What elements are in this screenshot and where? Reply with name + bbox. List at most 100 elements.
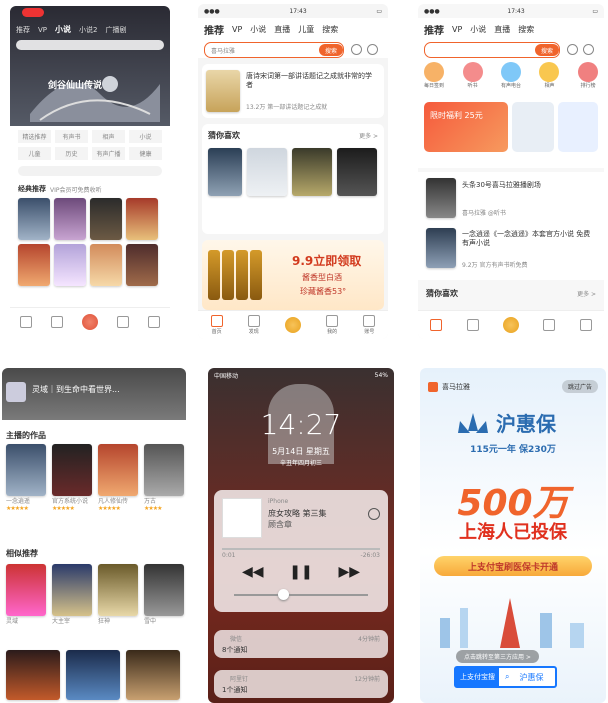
list-item[interactable]: 唐诗宋词第一部讲话题记之成就非常的学者 13.2万 第一部讲话题记之成就 [202, 64, 384, 118]
play-center-icon[interactable] [284, 317, 301, 333]
book-card[interactable]: 大主宰 [52, 564, 92, 625]
volume-slider[interactable] [234, 594, 368, 596]
book-cover[interactable] [426, 228, 456, 268]
book-cover[interactable] [66, 650, 120, 700]
list-item-title[interactable]: 头条30号喜马拉雅播剧场 [462, 180, 541, 190]
book-cover[interactable] [6, 650, 60, 700]
book-cover[interactable] [208, 148, 242, 196]
chip[interactable]: 相声 [92, 130, 125, 143]
forward-icon[interactable]: ▶▶ [338, 564, 360, 580]
shortcut-radio[interactable]: 有声电台 [500, 62, 521, 89]
shortcut-listen[interactable]: 听书 [462, 62, 483, 89]
chip[interactable]: 儿童 [18, 147, 51, 160]
tab-vip[interactable]: VP [232, 25, 242, 34]
chip[interactable]: 小说 [129, 130, 162, 143]
book-cover[interactable] [292, 148, 332, 196]
book-cover[interactable] [90, 198, 122, 240]
tab-recommend[interactable]: 推荐 [204, 22, 224, 37]
progress-bar[interactable] [222, 548, 380, 550]
tab-search[interactable]: 搜索 [518, 24, 534, 35]
book-cover[interactable] [426, 178, 456, 218]
notification-wechat[interactable]: 微信 4分钟前 8个通知 [214, 630, 388, 658]
chip[interactable]: 精选推荐 [18, 130, 51, 143]
book-card[interactable]: 一念逍遥 ★★★★★ [6, 444, 46, 512]
search-button[interactable]: 搜索 [534, 44, 559, 56]
tab-drama[interactable]: 广播剧 [105, 25, 126, 35]
book-cover[interactable] [126, 650, 180, 700]
friends-icon[interactable] [117, 315, 130, 328]
settings-icon[interactable] [583, 44, 594, 55]
pause-icon[interactable]: ❚❚ [289, 564, 312, 580]
home-icon[interactable] [430, 318, 443, 331]
mini-banner[interactable] [512, 102, 554, 152]
jump-hint[interactable]: 点击跳转至第三方应用 > [456, 650, 539, 663]
tab-novel[interactable]: 小说 [470, 24, 486, 35]
book-card[interactable]: 雪中 [144, 564, 184, 625]
tab-novel[interactable]: 小说 [250, 24, 266, 35]
play-center-icon[interactable] [81, 314, 98, 330]
tab-home[interactable]: 首页 [210, 315, 223, 335]
chip[interactable]: 历史 [55, 147, 88, 160]
book-cover[interactable] [54, 244, 86, 286]
tab-novel[interactable]: 小说 [55, 24, 71, 35]
history-icon[interactable] [567, 44, 578, 55]
shortcut-crosstalk[interactable]: 相声 [539, 62, 560, 89]
chip[interactable]: 有声书 [55, 130, 88, 143]
tab-mine[interactable]: 我的 [326, 315, 339, 335]
book-cover[interactable] [337, 148, 377, 196]
search-input[interactable]: 喜马拉雅 搜索 [204, 42, 344, 58]
hero-banner[interactable]: 推荐 VP 小说 小说2 广播剧 剑谷仙山传说 [10, 6, 170, 126]
play-center-icon[interactable] [502, 317, 519, 333]
alipay-search-box[interactable]: 上支付宝搜 ⌕ 沪惠保 [454, 666, 558, 688]
skip-ad-button[interactable]: 跳过广告 [561, 380, 598, 393]
search-input[interactable]: 搜索 [424, 42, 560, 58]
welfare-banner[interactable]: 限时福利 25元 [424, 102, 508, 152]
tab-recommend[interactable]: 推荐 [16, 25, 30, 35]
book-card[interactable]: 万古 ★★★★ [144, 444, 184, 512]
book-cover[interactable] [247, 148, 287, 196]
home-icon[interactable] [19, 315, 32, 328]
tab-live[interactable]: 直播 [274, 24, 290, 35]
discover-icon[interactable] [50, 315, 63, 328]
history-icon[interactable] [351, 44, 362, 55]
discover-icon[interactable] [466, 318, 479, 331]
profile-icon[interactable] [543, 318, 556, 331]
tab-vip[interactable]: VP [452, 25, 462, 34]
book-card[interactable]: 凡人修仙传 ★★★★★ [98, 444, 138, 512]
more-link[interactable]: 更多 > [577, 289, 596, 298]
tab-account[interactable]: 账号 [363, 315, 376, 335]
book-cover[interactable] [126, 198, 158, 240]
rewind-icon[interactable]: ◀◀ [242, 564, 264, 580]
mini-banner[interactable] [558, 102, 598, 152]
book-card[interactable]: 官方系统小说 ★★★★★ [52, 444, 92, 512]
book-cover[interactable] [18, 244, 50, 286]
tab-recommend[interactable]: 推荐 [424, 22, 444, 37]
account-icon[interactable] [148, 315, 161, 328]
tab-kids[interactable]: 儿童 [298, 24, 314, 35]
tab-live[interactable]: 直播 [494, 24, 510, 35]
promo-ad[interactable]: 9.9立即领取 酱香型白酒 珍藏酱香53° [202, 240, 384, 310]
more-link[interactable]: 更多 > [359, 131, 378, 140]
tab-search[interactable]: 搜索 [322, 24, 338, 35]
search-input[interactable] [16, 40, 164, 50]
notice-bar[interactable] [18, 166, 162, 176]
book-cover[interactable] [54, 198, 86, 240]
notification-dingtalk[interactable]: 阿里钉 12分钟前 1个通知 [214, 670, 388, 698]
cta-banner[interactable]: 上支付宝刷医保卡开通 [434, 556, 592, 576]
search-button[interactable]: 搜索 [318, 44, 343, 56]
book-cover[interactable] [18, 198, 50, 240]
shortcut-checkin[interactable]: 每日签到 [424, 62, 444, 89]
book-card[interactable]: 灵域 [6, 564, 46, 625]
list-item-title[interactable]: 一念逍遥《一念逍遥》本套官方小说 免费有声小说 [462, 230, 594, 248]
avatar[interactable] [6, 382, 26, 402]
book-cover[interactable] [90, 244, 122, 286]
book-cover[interactable] [126, 244, 158, 286]
volume-knob[interactable] [278, 589, 289, 600]
tab-discover[interactable]: 发现 [247, 315, 260, 335]
chip[interactable]: 健康 [129, 147, 162, 160]
shortcut-ranking[interactable]: 排行榜 [577, 62, 598, 89]
airplay-icon[interactable] [368, 508, 380, 520]
settings-icon[interactable] [367, 44, 378, 55]
account-icon[interactable] [579, 318, 592, 331]
tab-vip[interactable]: VP [38, 26, 47, 34]
